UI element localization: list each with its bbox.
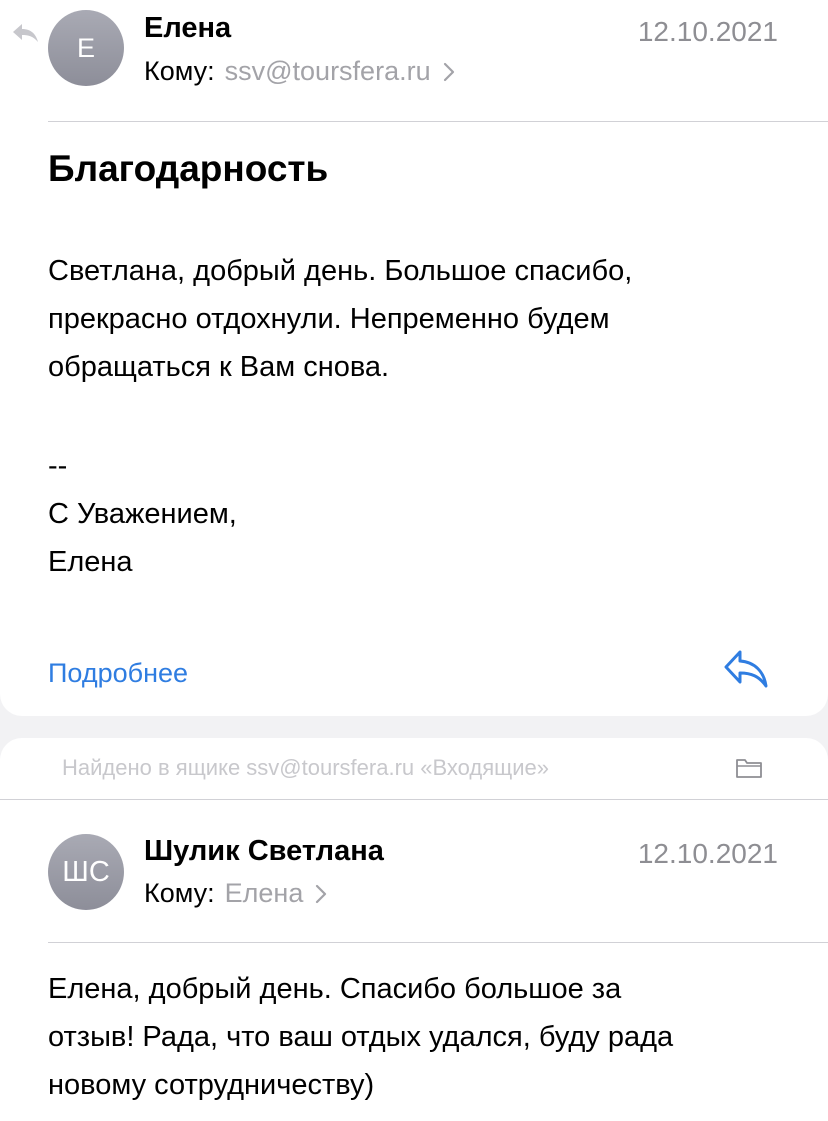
message-body: Светлана, добрый день. Большое спасибо, … [48,247,632,391]
avatar[interactable]: ШС [48,834,124,910]
body-line: отзыв! Рада, что ваш отдых удался, буду … [48,1021,674,1053]
signature-line: Елена [48,546,133,578]
message-date: 12.10.2021 [637,16,778,47]
recipient-label: Кому: [144,878,215,908]
chevron-right-icon [316,884,327,903]
body-line: обращаться к Вам снова. [48,351,390,383]
message-body: Елена, добрый день. Спасибо большое за о… [48,965,673,1109]
back-arrow-icon[interactable] [10,22,40,44]
signature-line: -- [48,450,68,482]
chevron-right-icon [443,62,454,81]
message-subject: Благодарность [48,148,329,189]
signature-line: С Уважением, [48,498,237,530]
folder-icon[interactable] [735,756,763,780]
header-divider [48,942,828,943]
message-card-1: Е Елена Кому: ssv@toursfera.ru 12.10.202… [0,0,828,716]
recipient-label: Кому: [144,56,215,86]
header-divider [48,121,828,122]
body-line: новому сотрудничеству) [48,1069,375,1101]
body-line: Елена, добрый день. Спасибо большое за [48,973,622,1005]
avatar-initials: ШС [62,855,110,888]
reply-icon[interactable] [722,646,770,690]
body-line: Светлана, добрый день. Большое спасибо, [48,255,633,287]
avatar[interactable]: Е [48,10,124,86]
recipient-value: Елена [224,878,304,908]
sender-name[interactable]: Шулик Светлана [144,835,384,868]
recipient-line[interactable]: Кому: ssv@toursfera.ru [144,56,455,87]
message-date: 12.10.2021 [637,838,778,869]
more-link[interactable]: Подробнее [48,658,188,689]
avatar-initials: Е [76,32,95,63]
found-in-mailbox: Найдено в ящике ssv@toursfera.ru «Входящ… [62,755,550,780]
section-divider [0,799,828,800]
recipient-line[interactable]: Кому: Елена [144,878,327,909]
sender-name[interactable]: Елена [144,12,231,45]
body-line: прекрасно отдохнули. Непременно будем [48,303,610,335]
recipient-value: ssv@toursfera.ru [224,56,431,86]
message-signature: -- С Уважением, Елена [48,442,237,586]
